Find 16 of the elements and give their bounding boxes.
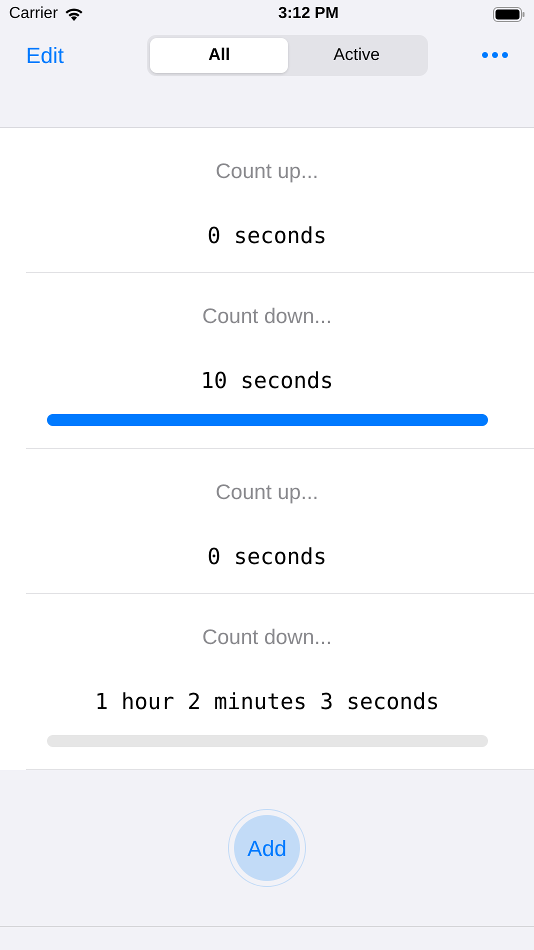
carrier-label: Carrier xyxy=(9,4,58,24)
timer-value: 0 seconds xyxy=(207,544,327,572)
wifi-icon xyxy=(64,6,84,22)
clock-time: 3:12 PM xyxy=(278,4,339,24)
timer-value: 10 seconds xyxy=(200,368,334,396)
battery-icon xyxy=(492,6,525,22)
segment-tab[interactable]: All xyxy=(150,38,288,72)
timer-label: Count up... xyxy=(216,480,318,506)
timer-value: 1 hour 2 minutes 3 seconds xyxy=(94,688,440,716)
edit-button[interactable]: Edit xyxy=(26,38,64,72)
more-icon[interactable] xyxy=(482,51,508,59)
timer-value: 0 seconds xyxy=(207,222,327,250)
timer-label: Count down... xyxy=(202,304,332,330)
timer-label: Count down... xyxy=(202,625,332,651)
segment-tab[interactable]: Active xyxy=(288,38,426,72)
timer-label: Count up... xyxy=(216,159,318,185)
